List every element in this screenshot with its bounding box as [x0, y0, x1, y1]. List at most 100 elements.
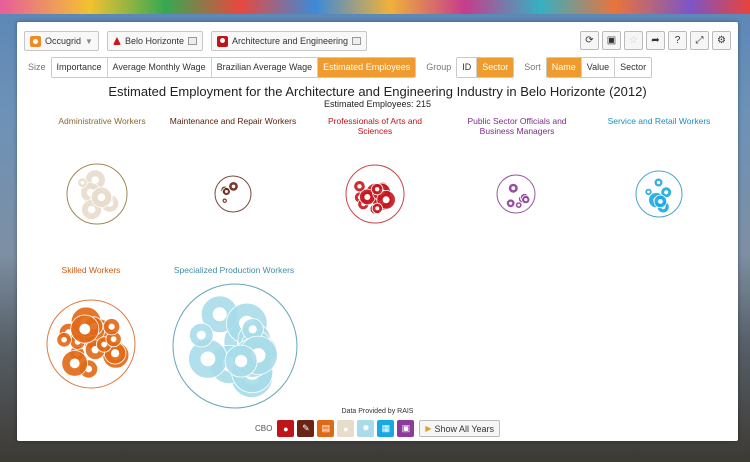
occupation-bubble[interactable] — [226, 302, 268, 345]
occupation-bubble[interactable] — [232, 338, 273, 378]
occupation-bubble[interactable] — [79, 359, 99, 379]
group-bubble-outline[interactable] — [345, 164, 405, 224]
occupation-bubble[interactable] — [221, 197, 228, 204]
sort-option-name[interactable]: Name — [546, 57, 582, 77]
occupation-bubble[interactable] — [69, 333, 86, 350]
occupation-bubble[interactable] — [188, 339, 228, 379]
occupation-bubble[interactable] — [521, 195, 531, 205]
occupation-bubble[interactable] — [507, 182, 519, 194]
occupation-bubble[interactable] — [82, 318, 115, 351]
occupation-bubble[interactable] — [69, 345, 85, 362]
occupation-bubble[interactable] — [376, 190, 396, 210]
cbo-professionals-button[interactable]: ● — [277, 420, 295, 437]
sort-option-sector[interactable]: Sector — [615, 57, 652, 77]
occupation-bubble[interactable] — [506, 198, 516, 209]
size-option-average-monthly-wage[interactable]: Average Monthly Wage — [107, 57, 212, 77]
occupation-bubble[interactable] — [653, 194, 668, 209]
occupation-bubble[interactable] — [644, 187, 653, 196]
occupation-bubble[interactable] — [648, 192, 665, 209]
group-option-id[interactable]: ID — [457, 57, 478, 77]
occupation-bubble[interactable] — [653, 177, 664, 188]
cbo-service-button[interactable]: ▦ — [377, 420, 395, 437]
fullscreen-button[interactable]: ⤢ — [690, 31, 709, 50]
occupation-bubble[interactable] — [221, 187, 231, 196]
occupation-bubble[interactable] — [209, 344, 249, 384]
group-bubble-outline[interactable] — [46, 299, 136, 389]
occupation-bubble[interactable] — [220, 185, 229, 195]
sort-option-value[interactable]: Value — [581, 57, 616, 77]
occupation-bubble[interactable] — [656, 200, 670, 214]
occupation-bubble[interactable] — [58, 322, 79, 343]
group-bubble-outline[interactable] — [496, 174, 536, 214]
occupation-bubble[interactable] — [223, 320, 266, 363]
save-button[interactable]: ▣ — [602, 31, 621, 50]
occupation-bubble[interactable] — [241, 318, 264, 341]
occupation-bubble[interactable] — [80, 182, 102, 204]
location-selector[interactable]: Belo Horizonte — [106, 31, 203, 51]
occupation-bubble[interactable] — [353, 191, 366, 204]
group-bubble-outline[interactable] — [172, 283, 298, 409]
occupation-bubble[interactable] — [237, 322, 271, 357]
group-bubble-outline[interactable] — [66, 163, 128, 225]
occupation-selector[interactable]: Occugrid ▼ — [24, 31, 99, 51]
occupation-bubble[interactable] — [369, 203, 381, 215]
occupation-bubble[interactable] — [372, 182, 391, 202]
occupation-bubble[interactable] — [61, 350, 89, 377]
occupation-bubble[interactable] — [200, 295, 239, 334]
occupation-bubble[interactable] — [105, 330, 122, 348]
show-all-years-button[interactable]: ▶ Show All Years — [419, 420, 501, 437]
occupation-bubble[interactable] — [228, 181, 239, 192]
share-button[interactable]: ➦ — [646, 31, 665, 50]
occupation-bubble[interactable] — [78, 316, 106, 344]
cbo-specialized-button[interactable]: ✹ — [357, 420, 375, 437]
group-option-sector[interactable]: Sector — [477, 57, 514, 77]
occupation-bubble[interactable] — [81, 199, 102, 221]
occupation-bubble[interactable] — [83, 316, 104, 336]
occupation-bubble[interactable] — [84, 169, 106, 191]
industry-selector[interactable]: Architecture and Engineering — [210, 31, 368, 51]
occupation-bubble[interactable] — [373, 194, 389, 210]
occupation-bubble[interactable] — [189, 322, 214, 348]
occupation-bubble[interactable] — [100, 194, 120, 213]
occupation-bubble[interactable] — [70, 306, 102, 338]
occupation-bubble[interactable] — [231, 351, 274, 394]
occupation-bubble[interactable] — [103, 342, 127, 365]
size-option-estimated-employees[interactable]: Estimated Employees — [318, 57, 416, 77]
cbo-skilled-button[interactable]: ▤ — [317, 420, 335, 437]
occupation-bubble[interactable] — [238, 335, 278, 375]
occupation-bubble[interactable] — [515, 201, 523, 209]
group-bubble-outline[interactable] — [214, 175, 252, 213]
occupation-bubble[interactable] — [371, 202, 383, 214]
occupation-bubble[interactable] — [102, 341, 130, 369]
occupation-bubble[interactable] — [70, 314, 100, 344]
size-option-importance[interactable]: Importance — [51, 57, 108, 77]
occupation-bubble[interactable] — [370, 183, 384, 196]
occupation-bubble[interactable] — [90, 186, 113, 208]
occupation-bubble[interactable] — [92, 190, 109, 207]
cbo-public-sector-button[interactable]: ▣ — [397, 420, 415, 437]
occupation-bubble[interactable] — [96, 336, 113, 353]
occupation-bubble[interactable] — [100, 191, 114, 205]
occupation-bubble[interactable] — [376, 181, 389, 194]
occupation-bubble[interactable] — [518, 194, 527, 204]
occupation-bubble[interactable] — [660, 186, 672, 199]
occupation-bubble[interactable] — [84, 339, 106, 361]
occupation-bubble[interactable] — [56, 332, 72, 348]
occupation-bubble[interactable] — [77, 177, 88, 188]
occupation-bubble[interactable] — [222, 185, 229, 192]
group-bubble-outline[interactable] — [635, 170, 683, 218]
occupation-bubble[interactable] — [81, 326, 106, 351]
occupation-bubble[interactable] — [358, 188, 376, 206]
occupation-bubble[interactable] — [224, 344, 258, 378]
occupation-bubble[interactable] — [237, 341, 256, 361]
occupation-bubble[interactable] — [371, 190, 393, 211]
occupation-bubble[interactable] — [251, 337, 278, 364]
cbo-maintenance-button[interactable]: ✎ — [297, 420, 315, 437]
occupation-bubble[interactable] — [230, 355, 274, 398]
occupation-bubble[interactable] — [353, 180, 366, 193]
occupation-bubble[interactable] — [240, 329, 272, 361]
occupation-bubble[interactable] — [365, 182, 386, 203]
occupation-bubble[interactable] — [360, 190, 376, 206]
occupation-bubble[interactable] — [89, 190, 105, 206]
occupation-bubble[interactable] — [357, 198, 370, 211]
